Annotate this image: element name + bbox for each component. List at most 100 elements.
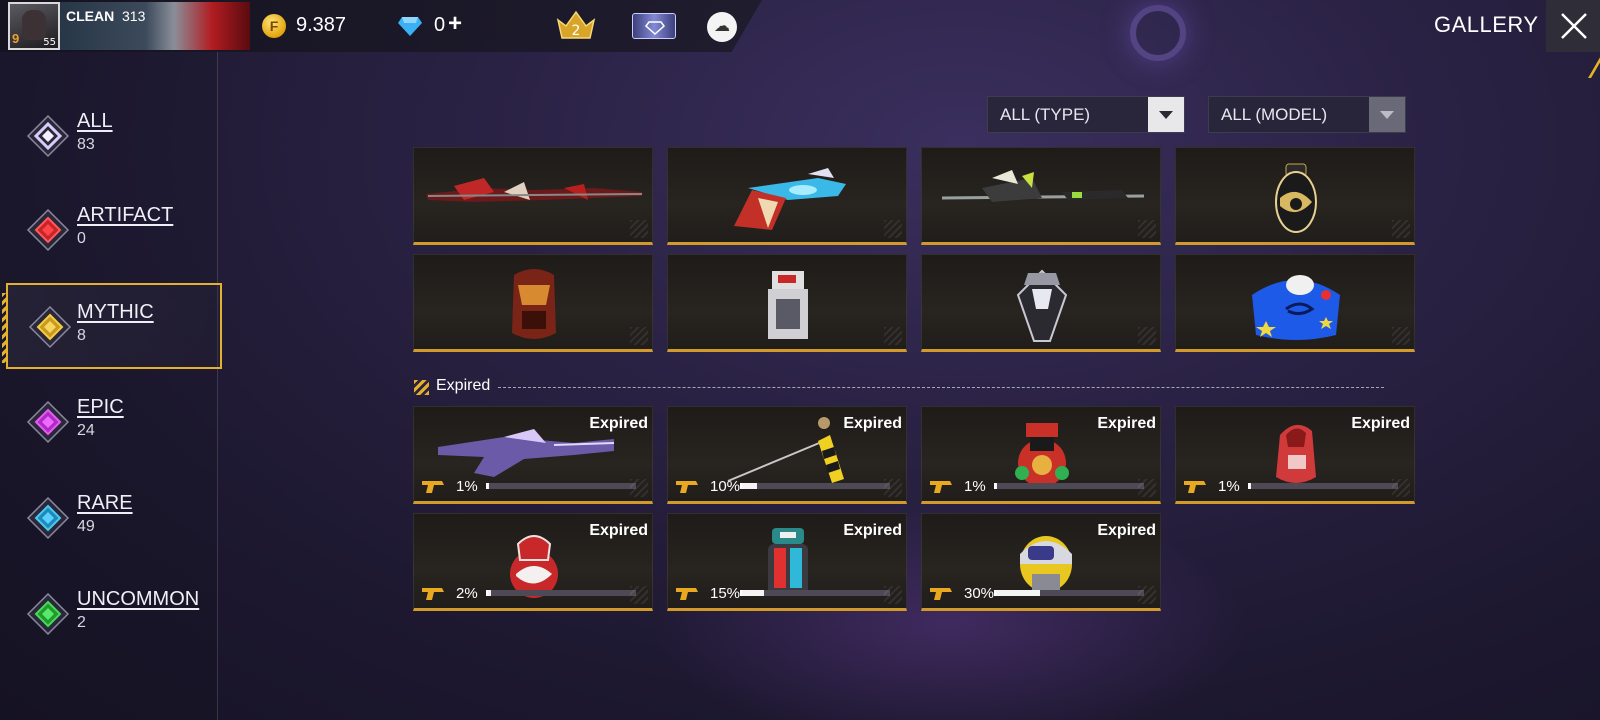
expired-section-header: Expired bbox=[414, 377, 1384, 397]
sidebar-item-count: 49 bbox=[77, 518, 95, 535]
expired-tag: Expired bbox=[1097, 415, 1156, 432]
progress-bar bbox=[740, 590, 890, 596]
artifact-rarity-icon bbox=[26, 208, 70, 252]
sidebar-item-label: EPIC bbox=[77, 396, 124, 418]
expired-item-card[interactable]: Expired 1% bbox=[413, 406, 653, 504]
progress-bar bbox=[1248, 483, 1398, 489]
gallery-item-card[interactable] bbox=[1175, 254, 1415, 352]
sidebar-item-label: RARE bbox=[77, 492, 133, 514]
pass-diamond-icon bbox=[644, 21, 666, 36]
expired-tag: Expired bbox=[589, 522, 648, 539]
gallery-item-card[interactable] bbox=[413, 254, 653, 352]
player-score: 313 bbox=[122, 8, 146, 24]
diamond-amount: 0 bbox=[434, 14, 446, 36]
progress-fill bbox=[488, 483, 490, 489]
white-red-robot-backpack-icon bbox=[768, 271, 808, 339]
type-filter-value: ALL (TYPE) bbox=[1000, 105, 1091, 124]
silver-crystal-backpack-icon bbox=[1016, 269, 1068, 342]
sidebar-item-count: 0 bbox=[77, 230, 86, 247]
elite-pass-icon[interactable] bbox=[632, 13, 676, 39]
weapon-fragment-icon bbox=[422, 481, 444, 493]
corner-decoration bbox=[1581, 54, 1600, 78]
expired-item-card[interactable]: Expired 2% bbox=[413, 513, 653, 611]
progress-percent: 1% bbox=[964, 478, 986, 495]
sidebar-item-count: 8 bbox=[77, 327, 86, 344]
expired-tag: Expired bbox=[1351, 415, 1410, 432]
black-gold-grenade-icon bbox=[1275, 163, 1317, 233]
progress-fill bbox=[996, 590, 1041, 596]
expired-tag: Expired bbox=[843, 415, 902, 432]
gold-amount: 9.387 bbox=[296, 14, 347, 36]
uncommon-rarity-icon bbox=[26, 592, 70, 636]
player-banner[interactable]: CLEAN 313 bbox=[60, 2, 250, 50]
progress-percent: 1% bbox=[1218, 478, 1240, 495]
close-icon bbox=[1561, 13, 1587, 39]
weapon-fragment-icon bbox=[1184, 481, 1206, 493]
cloud-download-icon[interactable]: ☁ bbox=[707, 12, 737, 42]
sidebar-item-rare[interactable]: RARE 49 bbox=[0, 476, 222, 562]
avatar-face bbox=[22, 10, 46, 40]
expired-tag: Expired bbox=[1097, 522, 1156, 539]
chevron-down-icon bbox=[1369, 97, 1405, 132]
progress-fill bbox=[488, 590, 491, 596]
gold-coin-icon: F bbox=[262, 14, 286, 38]
green-white-spear-rifle-icon bbox=[941, 170, 1145, 202]
mythic-rarity-icon bbox=[28, 305, 72, 349]
sidebar-item-mythic[interactable]: MYTHIC 8 bbox=[2, 283, 222, 369]
weapon-fragment-icon bbox=[422, 588, 444, 600]
avatar-badge: 9 bbox=[12, 31, 20, 46]
sidebar-item-count: 2 bbox=[77, 614, 86, 631]
sidebar-item-epic[interactable]: EPIC 24 bbox=[0, 380, 222, 466]
sidebar-item-label: UNCOMMON bbox=[77, 588, 200, 610]
progress-bar bbox=[994, 483, 1144, 489]
rank-number: 2 bbox=[572, 23, 581, 39]
expired-item-card[interactable]: Expired 1% bbox=[921, 406, 1161, 504]
gallery-item-card[interactable] bbox=[413, 147, 653, 245]
background-orb bbox=[1130, 5, 1186, 61]
progress-percent: 30% bbox=[964, 585, 995, 602]
sidebar-item-count: 83 bbox=[77, 136, 95, 153]
expired-item-card[interactable]: Expired 10% bbox=[667, 406, 907, 504]
avatar-level: 55 bbox=[43, 37, 56, 48]
chevron-down-icon bbox=[1148, 97, 1184, 132]
all-rarity-icon bbox=[26, 114, 70, 158]
progress-fill bbox=[996, 483, 998, 489]
model-filter-value: ALL (MODEL) bbox=[1221, 105, 1328, 124]
gallery-item-card[interactable] bbox=[921, 147, 1161, 245]
model-filter-dropdown[interactable]: ALL (MODEL) bbox=[1208, 96, 1406, 133]
expired-item-card[interactable]: Expired 1% bbox=[1175, 406, 1415, 504]
player-avatar[interactable]: 9 55 bbox=[8, 2, 60, 50]
gallery-item-card[interactable] bbox=[1175, 147, 1415, 245]
sidebar-item-artifact[interactable]: ARTIFACT 0 bbox=[0, 188, 222, 274]
type-filter-dropdown[interactable]: ALL (TYPE) bbox=[987, 96, 1185, 133]
expired-tag: Expired bbox=[589, 415, 648, 432]
gallery-item-card[interactable] bbox=[921, 254, 1161, 352]
progress-percent: 10% bbox=[710, 478, 741, 495]
close-button[interactable] bbox=[1546, 0, 1600, 52]
expired-item-card[interactable]: Expired 30% bbox=[921, 513, 1161, 611]
progress-bar bbox=[486, 590, 636, 596]
progress-percent: 1% bbox=[456, 478, 478, 495]
stripe-icon bbox=[414, 380, 429, 395]
red-gold-backpack-icon bbox=[512, 269, 556, 339]
progress-bar bbox=[740, 483, 890, 489]
gallery-item-card[interactable] bbox=[667, 254, 907, 352]
rank-badge-icon[interactable]: 2 bbox=[556, 10, 596, 42]
sidebar-item-label: ALL bbox=[77, 110, 113, 132]
blue-star-vehicle-skin-icon bbox=[1252, 275, 1340, 340]
add-diamonds-button[interactable]: + bbox=[448, 10, 462, 38]
blue-red-blaster-pistol-icon bbox=[734, 168, 846, 230]
diamond-icon bbox=[398, 17, 422, 36]
expired-section-title: Expired bbox=[436, 377, 491, 394]
epic-rarity-icon bbox=[26, 400, 70, 444]
sidebar-item-all[interactable]: ALL 83 bbox=[0, 94, 222, 180]
expired-item-card[interactable]: Expired 15% bbox=[667, 513, 907, 611]
sidebar-item-count: 24 bbox=[77, 422, 95, 439]
progress-percent: 2% bbox=[456, 585, 478, 602]
progress-fill bbox=[742, 590, 765, 596]
page-title: GALLERY bbox=[1434, 12, 1539, 37]
sidebar-item-label: ARTIFACT bbox=[77, 204, 174, 226]
sidebar-item-uncommon[interactable]: UNCOMMON 2 bbox=[0, 572, 222, 658]
weapon-fragment-icon bbox=[930, 588, 952, 600]
gallery-item-card[interactable] bbox=[667, 147, 907, 245]
